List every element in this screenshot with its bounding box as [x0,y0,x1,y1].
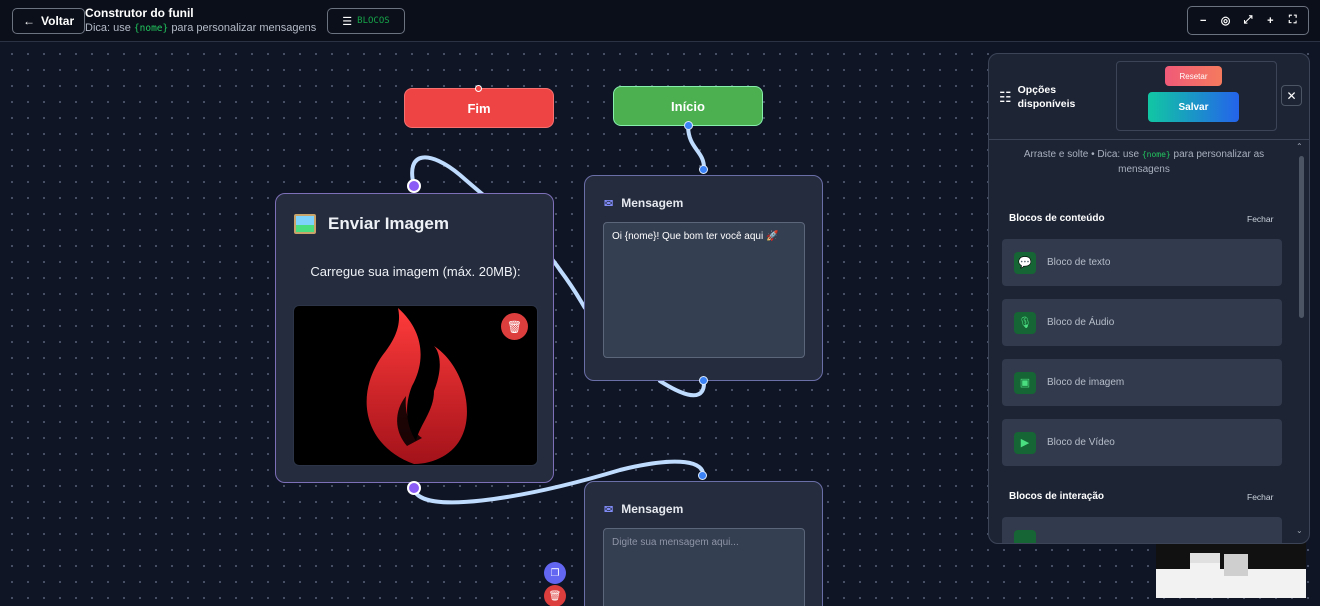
start-node-handle[interactable] [684,121,693,130]
trash-icon: 🗑 [506,319,523,334]
image-icon: ▣ [1014,371,1036,394]
blocks-button[interactable]: ☰ BLOCOS [327,8,405,34]
scroll-down-icon[interactable]: ⌄ [1296,526,1303,535]
delete-image-button[interactable]: 🗑 [501,313,528,340]
panel-scrollbar-thumb[interactable] [1299,156,1304,318]
message-node-1[interactable]: ✉ Mensagem Oi {nome}! Que bom ter você a… [584,175,823,381]
zoom-out-icon[interactable]: − [1194,15,1212,27]
options-panel-header: ☷ Opções disponíveis Resetar Salvar ✕ [989,54,1309,140]
center-icon[interactable]: ◎ [1217,14,1235,27]
options-panel-title: ☷ Opções disponíveis [999,83,1088,111]
save-controls: Resetar Salvar [1116,61,1277,131]
panel-hint-suffix: para personalizar as mensagens [1118,149,1265,175]
content-section-close[interactable]: Fechar [1247,214,1273,224]
arrow-left-icon: ← [23,14,35,28]
block-icon [1014,529,1036,543]
chat-icon: 💬 [1014,251,1036,274]
image-node-input-handle[interactable] [407,179,421,193]
video-icon: ▶ [1014,431,1036,454]
envelope-icon: ✉ [604,197,614,210]
block-item-image[interactable]: ▣ Bloco de imagem [1002,359,1282,406]
page-hint: Dica: use {nome} para personalizar mensa… [85,22,316,34]
block-item-interaction-partial[interactable] [1002,517,1282,543]
close-icon: ✕ [1286,88,1297,103]
hint-suffix: para personalizar mensagens [171,22,317,34]
canvas-tools: − ◎ ⤢ + ⛶ [1187,6,1309,35]
message-node-1-header: ✉ Mensagem [604,196,683,210]
message-2-input-handle[interactable] [698,471,707,480]
block-item-image-label: Bloco de imagem [1047,377,1125,388]
picture-icon [294,214,316,234]
hint-code: {nome} [133,23,169,34]
title-block: Construtor do funil Dica: use {nome} par… [85,6,316,34]
content-section-title: Blocos de conteúdo [1009,213,1105,224]
sliders-icon: ☷ [999,88,1012,105]
options-panel: ☷ Opções disponíveis Resetar Salvar ✕ Ar… [988,53,1310,544]
mic-icon: 🎙 [1014,311,1036,334]
block-item-text[interactable]: 💬 Bloco de texto [1002,239,1282,286]
start-node[interactable]: Início [613,86,763,126]
minimap[interactable] [1156,536,1306,598]
interaction-section-close[interactable]: Fechar [1247,492,1273,502]
message-node-2-header: ✉ Mensagem [604,502,683,516]
message-1-input-handle[interactable] [699,165,708,174]
interaction-section-title: Blocos de interação [1009,491,1105,502]
block-item-video[interactable]: ▶ Bloco de Vídeo [1002,419,1282,466]
trash-icon: 🗑 [548,590,562,602]
end-node-handle[interactable] [475,85,482,92]
delete-node-button[interactable]: 🗑 [544,585,566,606]
message-node-2-title: Mensagem [621,502,684,516]
message-node-2[interactable]: ✉ Mensagem Digite sua mensagem aqui... [584,481,823,606]
upload-instructions: Carregue sua imagem (máx. 20MB): [310,264,521,279]
message-node-1-title: Mensagem [621,196,684,210]
send-image-title: Enviar Imagem [328,214,449,233]
panel-hint-prefix: Arraste e solte • Dica: use [1023,149,1140,160]
hint-prefix: Dica: use [85,22,131,34]
message-1-output-handle[interactable] [699,376,708,385]
fit-view-icon[interactable]: ⤢ [1239,14,1257,27]
blocks-button-label: BLOCOS [357,16,390,26]
panel-hint: Arraste e solte • Dica: use {nome} para … [1004,147,1284,177]
top-bar: ← Voltar Construtor do funil Dica: use {… [0,0,1320,42]
save-button[interactable]: Salvar [1148,92,1239,122]
message-2-textarea[interactable]: Digite sua mensagem aqui... [603,528,805,606]
send-image-header: Enviar Imagem [294,214,449,234]
options-panel-title-text: Opções disponíveis [1017,84,1076,110]
reset-button[interactable]: Resetar [1165,66,1222,86]
back-button[interactable]: ← Voltar [12,8,86,34]
menu-icon: ☰ [342,15,353,28]
close-panel-button[interactable]: ✕ [1281,85,1302,106]
back-button-label: Voltar [41,14,75,28]
block-item-audio[interactable]: 🎙 Bloco de Áudio [1002,299,1282,346]
envelope-icon: ✉ [604,503,614,516]
start-node-label: Início [671,98,705,114]
minimap-view [1156,536,1306,576]
panel-hint-code: {nome} [1141,150,1171,159]
duplicate-node-button[interactable]: ❐ [544,562,566,584]
scroll-up-icon[interactable]: ⌃ [1296,142,1303,151]
page-title: Construtor do funil [85,6,194,20]
end-node-label: Fim [467,100,491,116]
message-1-textarea[interactable]: Oi {nome}! Que bom ter você aqui 🚀 [603,222,805,358]
copy-icon: ❐ [550,567,560,579]
fullscreen-icon[interactable]: ⛶ [1284,14,1302,27]
block-item-video-label: Bloco de Vídeo [1047,437,1115,448]
block-item-text-label: Bloco de texto [1047,257,1111,268]
image-node-output-handle[interactable] [407,481,421,495]
block-item-audio-label: Bloco de Áudio [1047,317,1115,328]
end-node[interactable]: Fim [404,88,554,128]
zoom-in-icon[interactable]: + [1261,15,1279,27]
